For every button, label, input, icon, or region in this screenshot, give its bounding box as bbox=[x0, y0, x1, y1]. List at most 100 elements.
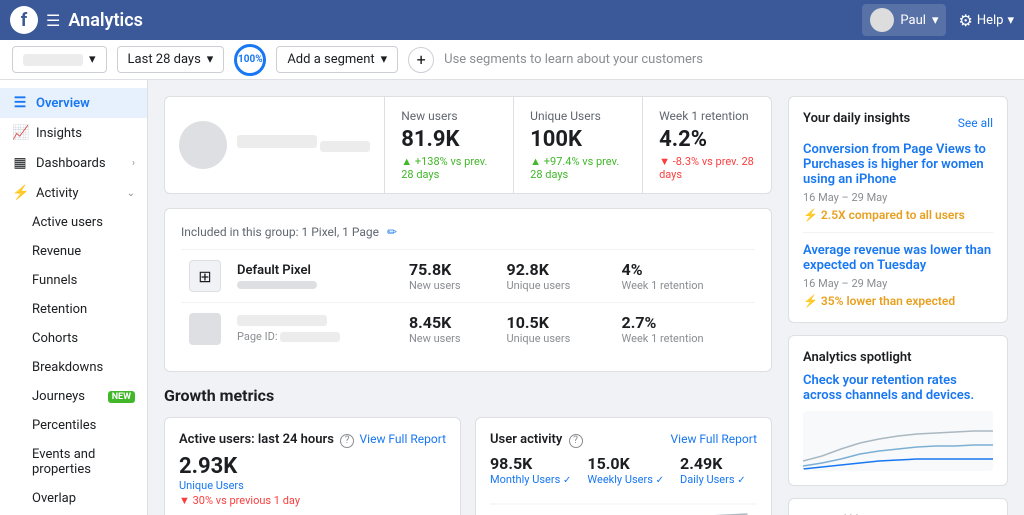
chart-summary: 2.93K Unique Users ▼ 30% vs previous 1 d… bbox=[179, 454, 446, 507]
sidebar-label: Revenue bbox=[32, 244, 81, 259]
sidebar-item-overview[interactable]: ☰ Overview bbox=[0, 88, 147, 118]
insight-highlight: ⚡ 35% lower than expected bbox=[803, 294, 993, 308]
sidebar-item-percentiles[interactable]: Percentiles bbox=[0, 411, 147, 440]
group-info: Included in this group: 1 Pixel, 1 Page … bbox=[181, 225, 755, 239]
sidebar: ☰ Overview 📈 Insights ▦ Dashboards › ⚡ A… bbox=[0, 80, 148, 515]
chart-metrics: 98.5K Monthly Users ✓ 15.0K Weekly Users bbox=[490, 454, 757, 486]
arrow-up-icon bbox=[530, 155, 544, 168]
add-segment-label: Add a segment bbox=[287, 52, 374, 67]
view-full-report-link[interactable]: View Full Report bbox=[360, 432, 446, 446]
sidebar-item-breakdowns[interactable]: Breakdowns bbox=[0, 353, 147, 382]
help-button[interactable]: ⚙ Help ▾ bbox=[958, 11, 1014, 30]
add-button[interactable]: + bbox=[408, 47, 434, 73]
source-name-cell: Default Pixel bbox=[229, 250, 401, 303]
page-id-blurred bbox=[320, 141, 370, 152]
sidebar-item-active-users[interactable]: Active users bbox=[0, 208, 147, 237]
main-layout: ☰ Overview 📈 Insights ▦ Dashboards › ⚡ A… bbox=[0, 80, 1024, 515]
info-icon[interactable]: ? bbox=[569, 434, 583, 448]
table-row: Page ID: 8.45K New users 10.5K Unique us… bbox=[181, 303, 755, 356]
data-sources-card: Included in this group: 1 Pixel, 1 Page … bbox=[164, 208, 772, 372]
metric-unique-users: 92.8K Unique users bbox=[499, 250, 614, 303]
sidebar-label: Activity bbox=[36, 186, 79, 201]
info-icon[interactable]: ? bbox=[340, 434, 354, 448]
help-label: Help bbox=[977, 13, 1004, 28]
section-title: Growth metrics bbox=[164, 386, 772, 405]
sidebar-item-events[interactable]: Events and properties bbox=[0, 440, 147, 484]
sidebar-item-dashboards[interactable]: ▦ Dashboards › bbox=[0, 148, 147, 178]
chevron-down-icon: ▾ bbox=[1007, 13, 1014, 28]
stats-row: New users 81.9K +138% vs prev. 28 days U… bbox=[385, 96, 772, 194]
facebook-logo: f bbox=[10, 6, 38, 34]
stat-change: +97.4% vs prev. 28 days bbox=[530, 155, 626, 181]
page-id-blurred bbox=[237, 315, 327, 326]
add-segment-button[interactable]: Add a segment ▾ bbox=[276, 46, 398, 73]
sidebar-label: Overview bbox=[36, 96, 90, 111]
chart-title: User activity bbox=[490, 432, 562, 447]
insights-icon: 📈 bbox=[12, 125, 28, 141]
progress-circle: 100% bbox=[234, 44, 266, 76]
insight-title[interactable]: Average revenue was lower than expected … bbox=[803, 243, 993, 273]
sidebar-label: Percentiles bbox=[32, 418, 96, 433]
sidebar-item-revenue[interactable]: Revenue bbox=[0, 237, 147, 266]
sidebar-label: Overlap bbox=[32, 491, 76, 506]
sidebar-item-cohorts[interactable]: Cohorts bbox=[0, 324, 147, 353]
avatar bbox=[870, 8, 894, 32]
page-thumbnail bbox=[164, 96, 385, 194]
sidebar-label: Events and properties bbox=[32, 447, 135, 477]
chevron-down-icon: ▾ bbox=[932, 13, 939, 28]
group-info-text: Included in this group: 1 Pixel, 1 Page bbox=[181, 225, 379, 239]
big-number: 2.93K bbox=[179, 454, 446, 479]
segment-hint: Use segments to learn about your custome… bbox=[444, 52, 703, 67]
date-picker[interactable]: ▾ bbox=[12, 46, 107, 73]
view-full-report-link[interactable]: View Full Report bbox=[671, 432, 757, 446]
chevron-down-icon: ▾ bbox=[207, 52, 214, 67]
metric-retention: 4% Week 1 retention bbox=[614, 250, 755, 303]
daily-users-metric: 2.49K Daily Users ✓ bbox=[680, 454, 746, 486]
insight-date: 16 May – 29 May bbox=[803, 191, 993, 204]
page-selector bbox=[23, 54, 83, 66]
edit-icon[interactable]: ✏ bbox=[387, 225, 397, 239]
metric-new-users: 75.8K New users bbox=[401, 250, 499, 303]
chart-svg bbox=[490, 494, 757, 515]
table-row: ⊞ Default Pixel 75.8K New users bbox=[181, 250, 755, 303]
content-area: New users 81.9K +138% vs prev. 28 days U… bbox=[148, 80, 1024, 515]
main-content: New users 81.9K +138% vs prev. 28 days U… bbox=[164, 96, 772, 499]
insight-highlight: ⚡ 2.5X compared to all users bbox=[803, 208, 993, 222]
stat-new-users: New users 81.9K +138% vs prev. 28 days bbox=[385, 96, 514, 194]
chart-title-area: User activity ? bbox=[490, 432, 583, 448]
top-navigation: f ☰ Analytics Paul ▾ ⚙ Help ▾ bbox=[0, 0, 1024, 40]
page-header-block: New users 81.9K +138% vs prev. 28 days U… bbox=[164, 96, 772, 194]
chart-change: ▼ 30% vs previous 1 day bbox=[179, 494, 446, 507]
see-all-link[interactable]: See all bbox=[958, 116, 993, 130]
date-range-label: Last 28 days bbox=[128, 52, 201, 67]
sidebar-label: Insights bbox=[36, 126, 82, 141]
metric-unique-users: 10.5K Unique users bbox=[499, 303, 614, 356]
weekly-users-metric: 15.0K Weekly Users ✓ bbox=[587, 454, 664, 486]
sidebar-item-funnels[interactable]: Funnels bbox=[0, 266, 147, 295]
featured-blog-card: Featured blog Five metrics that will hel… bbox=[788, 498, 1008, 515]
sidebar-item-overlap[interactable]: Overlap bbox=[0, 484, 147, 513]
charts-row: Active users: last 24 hours ? View Full … bbox=[164, 417, 772, 515]
sidebar-item-activity[interactable]: ⚡ Activity ⌄ bbox=[0, 178, 147, 208]
toolbar: ▾ Last 28 days ▾ 100% Add a segment ▾ + … bbox=[0, 40, 1024, 80]
sidebar-item-retention[interactable]: Retention bbox=[0, 295, 147, 324]
hamburger-menu[interactable]: ☰ bbox=[46, 11, 60, 30]
username: Paul bbox=[900, 13, 926, 28]
growth-metrics-section: Growth metrics Active users: last 24 hou… bbox=[164, 386, 772, 515]
metric-retention: 2.7% Week 1 retention bbox=[614, 303, 755, 356]
user-menu[interactable]: Paul ▾ bbox=[862, 4, 946, 36]
stat-value: 100K bbox=[530, 127, 626, 152]
daily-insights-card: Your daily insights See all Conversion f… bbox=[788, 96, 1008, 323]
insight-title[interactable]: Conversion from Page Views to Purchases … bbox=[803, 142, 993, 187]
page-avatar bbox=[179, 121, 227, 169]
spotlight-link[interactable]: Check your retention rates across channe… bbox=[803, 373, 993, 403]
date-range-dropdown[interactable]: Last 28 days ▾ bbox=[117, 46, 225, 73]
sidebar-item-insights[interactable]: 📈 Insights bbox=[0, 118, 147, 148]
check-icon: ✓ bbox=[656, 475, 664, 486]
sidebar-label: Funnels bbox=[32, 273, 77, 288]
new-badge: NEW bbox=[108, 391, 135, 403]
chevron-right-icon: › bbox=[132, 158, 135, 169]
stat-change: -8.3% vs prev. 28 days bbox=[659, 155, 755, 181]
stat-label: New users bbox=[401, 109, 497, 123]
sidebar-item-journeys[interactable]: Journeys NEW bbox=[0, 382, 147, 411]
